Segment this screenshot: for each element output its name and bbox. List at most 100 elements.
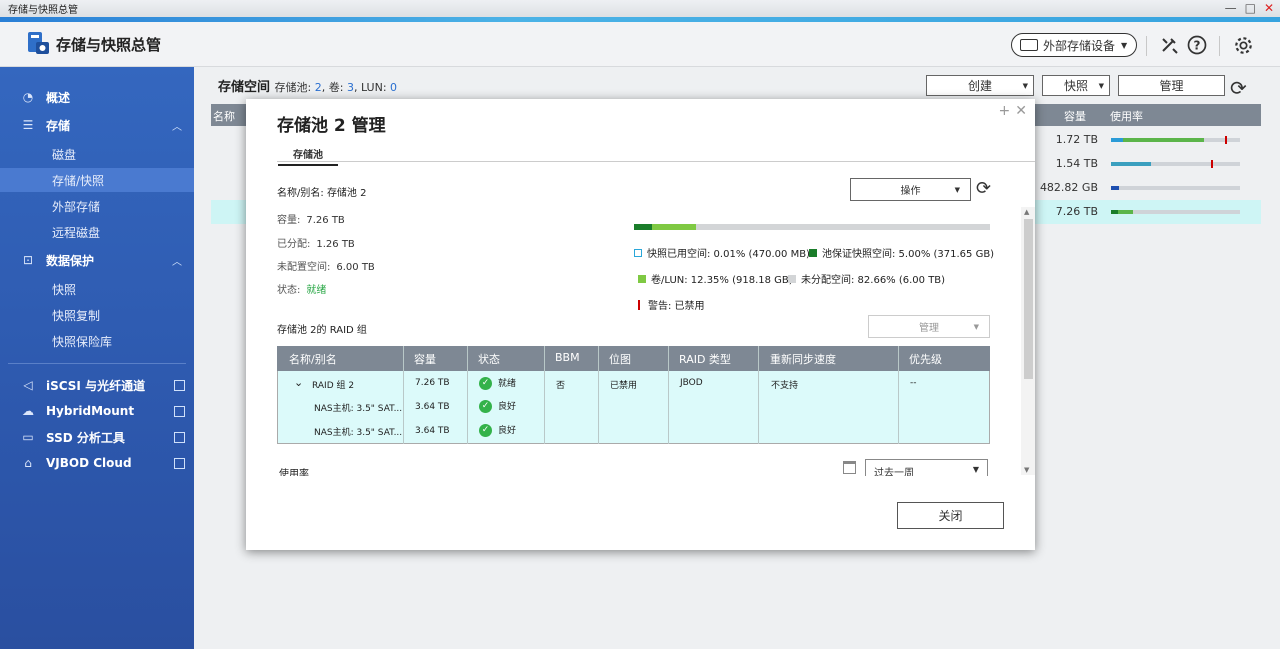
- close-icon[interactable]: ✕: [1015, 103, 1027, 119]
- sidebar-label: 快照保险库: [52, 334, 113, 349]
- col-divider: [598, 346, 599, 444]
- shield-icon: ⊡: [22, 253, 34, 267]
- close-button[interactable]: 关闭: [897, 502, 1004, 529]
- sidebar-label: HybridMount: [46, 404, 135, 418]
- sidebar-item-data-protection[interactable]: ⊡ 数据保护 ︿: [0, 248, 194, 272]
- col-divider: [467, 346, 468, 444]
- window-controls: — □ ✕: [1225, 1, 1274, 15]
- sidebar-item-overview[interactable]: ◔ 概述: [0, 85, 194, 109]
- disk-name: NAS主机: 3.5" SAT...: [314, 404, 403, 414]
- col-divider: [544, 346, 545, 444]
- chevron-up-icon: ︿: [172, 121, 182, 133]
- create-button[interactable]: 创建 ▼: [926, 75, 1034, 96]
- close-window-icon[interactable]: ✕: [1264, 1, 1274, 15]
- sidebar-label: 磁盘: [52, 147, 77, 162]
- legend-label: 快照已用空间: 0.01% (470.00 MB): [647, 249, 810, 260]
- scroll-up-icon[interactable]: ▲: [1024, 208, 1029, 216]
- dialog-controls: + ✕: [999, 103, 1027, 119]
- manage-label: 管理: [1159, 79, 1184, 93]
- pool-allocated-row: 已分配: 1.26 TB: [277, 235, 355, 250]
- sidebar-item-snapshot[interactable]: 快照: [0, 277, 194, 301]
- sidebar-item-snapshot-replica[interactable]: 快照复制: [0, 303, 194, 327]
- legend-label: 未分配空间: 82.66% (6.00 TB): [801, 275, 946, 286]
- raid-priority: --: [910, 378, 917, 388]
- sidebar-item-remote-disk[interactable]: 远程磁盘: [0, 220, 194, 244]
- col-header: 容量: [414, 353, 436, 366]
- settings-gear-icon[interactable]: [1233, 35, 1254, 56]
- sidebar-item-iscsi[interactable]: ◁ iSCSI 与光纤通道: [0, 373, 194, 397]
- dialog-scrollbar[interactable]: ▲ ▼: [1021, 207, 1035, 475]
- usage-segment-volume: [651, 224, 696, 230]
- legend-warning: 警告: 已禁用: [638, 297, 705, 312]
- sidebar-item-snapshot-vault[interactable]: 快照保险库: [0, 329, 194, 353]
- sidebar-item-external-storage[interactable]: 外部存储: [0, 194, 194, 218]
- maximize-icon[interactable]: □: [1245, 1, 1256, 15]
- scrollbar-thumb[interactable]: [1024, 219, 1033, 379]
- pool-status-row: 状态: 就绪: [277, 281, 326, 296]
- external-storage-button[interactable]: 外部存储设备 ▼: [1011, 33, 1137, 57]
- external-link-icon: [174, 431, 185, 443]
- summary-pool-label: 存储池:: [274, 81, 312, 94]
- usage-section-label: 使用率: [279, 469, 309, 476]
- row-capacity: 482.82 GB: [1039, 181, 1098, 194]
- tab-storage-pool[interactable]: 存储池: [278, 146, 338, 166]
- col-header: 优先级: [909, 353, 942, 366]
- caret-down-icon: ▼: [1098, 81, 1104, 90]
- legend-label: 警告: 已禁用: [648, 301, 705, 312]
- sidebar-item-storage-snapshot[interactable]: 存储/快照: [0, 168, 194, 192]
- minimize-icon[interactable]: —: [1225, 1, 1237, 15]
- trash-icon[interactable]: [843, 461, 856, 474]
- check-circle-icon: ✓: [479, 400, 492, 413]
- usage-bar: [1111, 136, 1240, 144]
- chevron-up-icon: ︿: [172, 256, 182, 268]
- warning-marker-icon: [638, 299, 640, 310]
- scroll-down-icon[interactable]: ▼: [1024, 466, 1029, 474]
- create-label: 创建: [967, 79, 992, 93]
- legend-snapshot-used: 快照已用空间: 0.01% (470.00 MB): [634, 245, 810, 260]
- disk-status: ✓ 良好: [479, 399, 516, 413]
- pool-name-row: 名称/别名: 存储池 2: [277, 184, 366, 199]
- period-value: 过去一周: [874, 468, 914, 476]
- col-divider: [758, 346, 759, 444]
- diagnose-tools-icon[interactable]: [1160, 36, 1180, 54]
- snapshot-button[interactable]: 快照 ▼: [1042, 75, 1110, 96]
- dialog-scroll-area[interactable]: 名称/别名: 存储池 2 容量: 7.26 TB 已分配: 1.26 TB 未配置空…: [277, 169, 1022, 476]
- raid-manage-button[interactable]: 管理 ▼: [868, 315, 990, 338]
- col-header: 位图: [609, 353, 631, 366]
- refresh-icon[interactable]: ⟳: [1230, 76, 1247, 100]
- refresh-icon[interactable]: ⟳: [976, 178, 991, 199]
- raid-group-label: 存储池 2的 RAID 组: [277, 325, 367, 336]
- caret-down-icon: ▼: [973, 322, 979, 331]
- storage-app-logo-icon: [28, 32, 49, 54]
- row-capacity: 1.72 TB: [1055, 133, 1098, 146]
- sidebar-item-storage[interactable]: ☰ 存储 ︿: [0, 113, 194, 137]
- sidebar-label: 外部存储: [52, 199, 101, 214]
- sidebar-item-ssd-profiling[interactable]: ▭ SSD 分析工具: [0, 425, 194, 449]
- storage-pool-manage-dialog: 存储池 2 管理 + ✕ 存储池 名称/别名: 存储池 2 容量: 7.26 TB…: [246, 99, 1035, 550]
- status-text: 就绪: [498, 379, 517, 389]
- legend-swatch: [634, 248, 642, 257]
- chevron-down-icon[interactable]: ⌄: [294, 376, 303, 389]
- manage-button[interactable]: 管理: [1118, 75, 1225, 96]
- col-divider: [668, 346, 669, 444]
- col-capacity: 容量: [1064, 110, 1086, 123]
- disk-name: NAS主机: 3.5" SAT...: [314, 428, 403, 438]
- chevron-down-icon: ▼: [1121, 40, 1128, 50]
- operate-button[interactable]: 操作 ▼: [850, 178, 971, 201]
- raid-manage-label: 管理: [919, 323, 939, 334]
- sidebar-item-disks[interactable]: 磁盘: [0, 142, 194, 166]
- disk-capacity: 3.64 TB: [415, 426, 450, 436]
- check-circle-icon: ✓: [479, 377, 492, 390]
- help-icon[interactable]: ?: [1187, 35, 1207, 55]
- col-divider: [403, 346, 404, 444]
- sidebar-item-hybridmount[interactable]: ☁ HybridMount: [0, 399, 194, 423]
- period-select[interactable]: 过去一周 ▼: [865, 459, 988, 476]
- sidebar-label: 存储: [46, 118, 71, 133]
- status-label: 状态:: [277, 285, 301, 296]
- sidebar-item-vjbod-cloud[interactable]: ⌂ VJBOD Cloud: [0, 451, 194, 475]
- col-name: 名称: [213, 110, 235, 123]
- window-title: 存储与快照总管: [8, 5, 78, 16]
- external-storage-label: 外部存储设备: [1043, 38, 1116, 53]
- sidebar-label: 存储/快照: [52, 173, 105, 188]
- expand-icon[interactable]: +: [999, 103, 1011, 119]
